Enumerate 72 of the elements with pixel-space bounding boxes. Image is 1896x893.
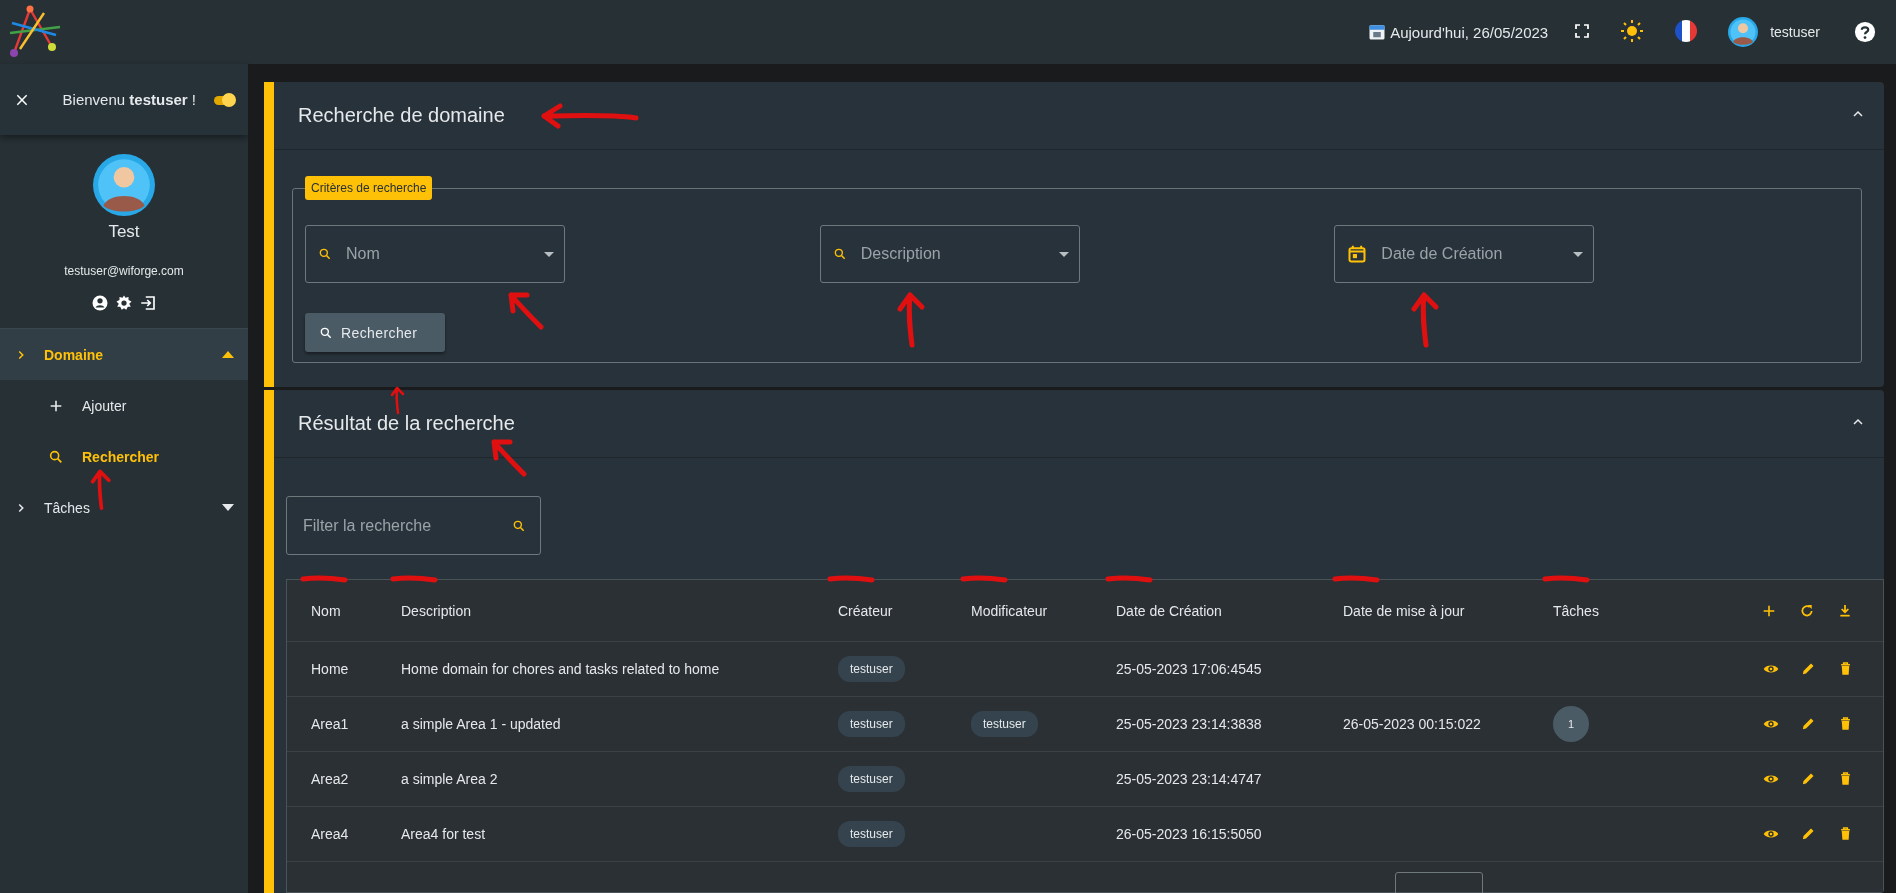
column-header: Modificateur [971,602,1048,619]
table-cell-text: 25-05-2023 23:14:4747 [1115,771,1263,787]
table-cell-text: 25-05-2023 23:14:3838 [1115,716,1263,732]
user-chip: testuser [971,711,1038,737]
column-header: Date de mise à jour [1343,602,1465,619]
theme-toggle[interactable] [214,92,236,107]
table-cell-text: 26-05-2023 16:15:5050 [1115,826,1263,842]
logout-icon [139,294,157,312]
table-cell-text: Area4 for test [400,826,487,842]
pencil-icon [1801,826,1816,841]
search-field[interactable]: Nom [305,225,565,283]
table-cell-text: Home domain for chores and tasks related to home [400,661,721,677]
avatar-icon [1728,17,1759,47]
search-icon [832,247,847,261]
search-icon [512,518,526,533]
menu-item[interactable]: Tâches [0,482,248,533]
welcome-text: Bienvenu testuser ! [61,91,196,108]
help-icon [1854,21,1876,43]
filter-field[interactable]: Filter la recherche [286,496,541,555]
user-chip: testuser [838,766,905,792]
sun-icon [1620,18,1645,43]
table-cell-text: Home [310,661,350,677]
search-icon [318,247,332,261]
caret-up-icon [222,351,234,358]
trash-icon [1838,771,1853,786]
date-label: Aujourd'hui, 26/05/2023 [1390,23,1549,41]
table-cell-text: a simple Area 2 [400,771,499,787]
username[interactable]: testuser [1770,24,1820,40]
table-cell-text: a simple Area 1 - updated [400,716,562,732]
table-cell-text: Area1 [310,716,350,732]
user-chip: testuser [838,821,905,847]
pencil-icon [1801,771,1816,786]
trash-icon [1838,826,1853,841]
profile-email: testuser@wiforge.com [64,264,184,278]
submenu-item[interactable]: Ajouter [0,380,248,431]
table-cell-text: 26-05-2023 00:15:022 [1342,716,1482,732]
profile-name: Test [108,222,140,242]
search-field[interactable]: Description [819,225,1080,283]
caret-down-icon [222,504,234,511]
column-header: Créateur [838,602,893,619]
user-chip: testuser [838,711,905,737]
user-chip: testuser [838,656,905,682]
refresh-icon [1799,602,1815,619]
search-icon [319,325,333,340]
search-button[interactable]: Rechercher [305,313,445,352]
avatar-icon [93,154,155,216]
column-header: Date de Création [1116,602,1222,619]
task-count-badge: 1 [1553,706,1589,742]
panel-title: Résultat de la recherche [298,412,515,435]
trash-icon [1838,661,1853,676]
search-icon [48,448,64,465]
trash-icon [1838,716,1853,731]
column-header: Tâches [1553,602,1599,619]
calendar-icon [1368,23,1387,41]
menu-item[interactable]: Domaine [0,329,248,380]
pencil-icon [1801,661,1816,676]
search-field[interactable]: Date de Création [1334,225,1595,283]
table-cell-text: Area2 [310,771,350,787]
table-cell-text: Area4 [310,826,350,842]
account-icon [91,294,109,312]
fieldset-legend: Critères de recherche [305,176,433,200]
calendar-icon [1347,244,1368,264]
panel-title: Recherche de domaine [298,104,505,127]
column-header: Nom [311,602,341,619]
flag-icon [1674,18,1699,43]
submenu-item[interactable]: Rechercher [0,431,248,482]
column-header: Description [401,602,472,619]
pencil-icon [1801,716,1816,731]
fullscreen-icon [1574,22,1591,39]
settings-icon [115,294,133,312]
download-icon [1837,602,1853,619]
table-cell-text: 25-05-2023 17:06:4545 [1115,661,1263,677]
